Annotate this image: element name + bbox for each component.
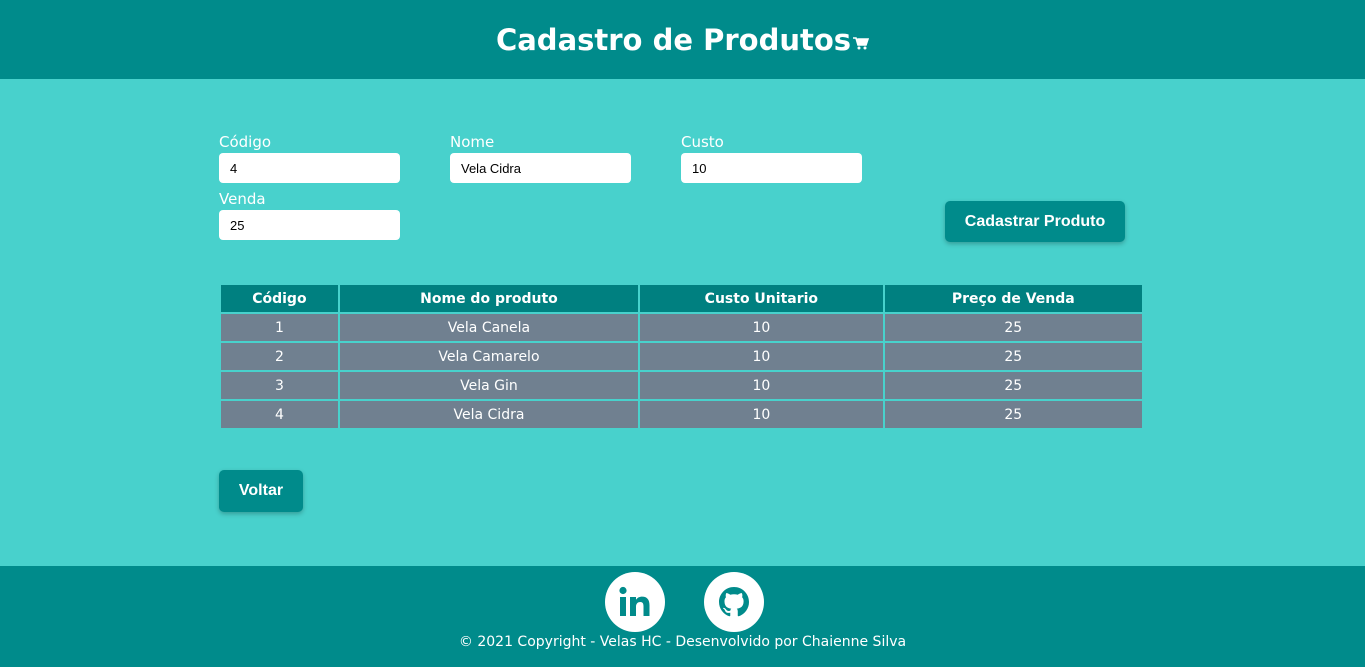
cell-venda: 25	[884, 343, 1142, 370]
cell-custo: 10	[640, 401, 883, 428]
linkedin-icon	[619, 586, 650, 616]
table-row: 1 Vela Canela 10 25	[221, 314, 1142, 341]
venda-field: Venda	[219, 188, 400, 240]
table-row: 4 Vela Cidra 10 25	[221, 401, 1142, 428]
page-header: Cadastro de Produtos	[0, 0, 1365, 79]
github-icon	[719, 587, 749, 617]
cell-nome: Vela Gin	[339, 372, 639, 399]
products-table: Código Nome do produto Custo Unitario Pr…	[219, 283, 1144, 430]
copyright-text: © 2021 Copyright - Velas HC - Desenvolvi…	[458, 634, 907, 650]
cell-venda: 25	[884, 372, 1142, 399]
cell-codigo: 2	[221, 343, 338, 370]
cell-venda: 25	[884, 314, 1142, 341]
cart-icon	[853, 36, 870, 49]
cell-custo: 10	[640, 314, 883, 341]
table-row: 2 Vela Camarelo 10 25	[221, 343, 1142, 370]
cell-codigo: 1	[221, 314, 338, 341]
venda-input[interactable]	[219, 210, 400, 240]
cell-venda: 25	[884, 401, 1142, 428]
cell-nome: Vela Cidra	[339, 401, 639, 428]
custo-field: Custo	[681, 131, 862, 183]
page-title: Cadastro de Produtos	[495, 22, 870, 57]
column-header-custo: Custo Unitario	[640, 285, 883, 312]
nome-label: Nome	[450, 133, 495, 151]
cell-custo: 10	[640, 343, 883, 370]
codigo-input[interactable]	[219, 153, 400, 183]
cell-codigo: 3	[221, 372, 338, 399]
cell-custo: 10	[640, 372, 883, 399]
column-header-nome: Nome do produto	[339, 285, 639, 312]
codigo-label: Código	[219, 133, 272, 151]
cadastrar-produto-button[interactable]: Cadastrar Produto	[945, 201, 1125, 242]
venda-label: Venda	[219, 190, 266, 208]
custo-label: Custo	[681, 133, 724, 151]
page-footer: © 2021 Copyright - Velas HC - Desenvolvi…	[0, 566, 1365, 667]
column-header-venda: Preço de Venda	[884, 285, 1142, 312]
column-header-codigo: Código	[221, 285, 338, 312]
cell-nome: Vela Canela	[339, 314, 639, 341]
codigo-field: Código	[219, 131, 400, 183]
cell-nome: Vela Camarelo	[339, 343, 639, 370]
voltar-button[interactable]: Voltar	[219, 470, 303, 512]
cell-codigo: 4	[221, 401, 338, 428]
custo-input[interactable]	[681, 153, 862, 183]
nome-field: Nome	[450, 131, 631, 183]
page-title-text: Cadastro de Produtos	[495, 22, 852, 57]
github-link[interactable]	[704, 572, 764, 632]
linkedin-link[interactable]	[605, 572, 665, 632]
table-row: 3 Vela Gin 10 25	[221, 372, 1142, 399]
nome-input[interactable]	[450, 153, 631, 183]
table-header-row: Código Nome do produto Custo Unitario Pr…	[221, 285, 1142, 312]
